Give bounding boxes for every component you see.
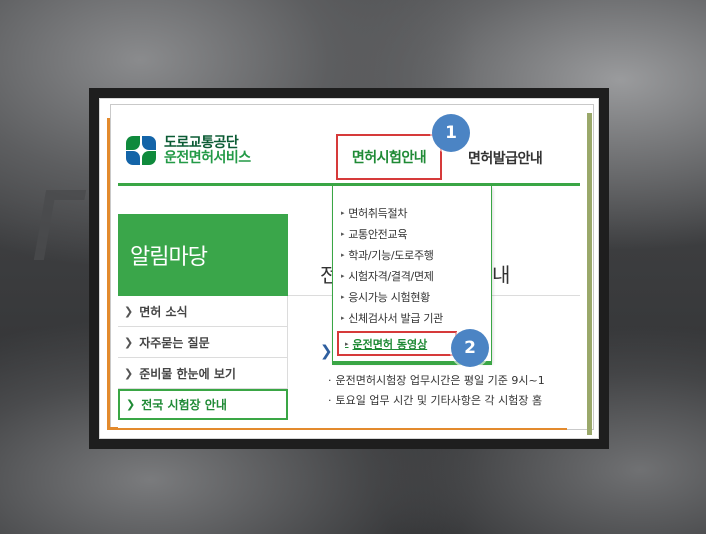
info-line-saturday: · 토요일 업무 시간 및 기타사항은 각 시험장 홈 xyxy=(328,394,543,407)
section-arrow-icon: ❯ xyxy=(320,342,333,360)
info-line-hours: · 운전면허시험장 업무시간은 평일 기준 9시~1 xyxy=(328,374,545,387)
menu-item-medical-cert[interactable]: ▸ 신체검사서 발급 기관 xyxy=(333,307,491,328)
menu-item-test-availability[interactable]: ▸ 응시가능 시험현황 xyxy=(333,286,491,307)
logo-line1: 도로교통공단 xyxy=(164,135,239,152)
step-badge-2: 2 xyxy=(451,329,489,367)
website-view: 도로교통공단 운전면허서비스 면허시험안내 면허발급안내 알림마당 ❯ 면허 소… xyxy=(118,110,580,428)
key-glyph xyxy=(33,190,87,260)
menu-item-test-types[interactable]: ▸ 학과/기능/도로주행 xyxy=(333,244,491,265)
sidebar-item-news[interactable]: ❯ 면허 소식 xyxy=(118,296,288,327)
nav-issue-info[interactable]: 면허발급안내 xyxy=(468,148,543,168)
chevron-right-icon: ❯ xyxy=(124,304,134,318)
step-badge-1: 1 xyxy=(432,114,470,152)
menu-item-safety-education[interactable]: ▸ 교통안전교육 xyxy=(333,223,491,244)
sidebar-item-faq[interactable]: ❯ 자주묻는 질문 xyxy=(118,327,288,358)
sidebar-item-label: 전국 시험장 안내 xyxy=(141,398,227,412)
site-header: 도로교통공단 운전면허서비스 면허시험안내 면허발급안내 xyxy=(118,110,580,186)
accent-stripe-right xyxy=(587,113,592,435)
site-logo[interactable]: 도로교통공단 운전면허서비스 xyxy=(126,136,251,166)
sidebar-menu: ❯ 면허 소식 ❯ 자주묻는 질문 ❯ 준비물 한눈에 보기 ❯ 전국 시험장 … xyxy=(118,296,288,420)
sidebar-item-test-centers[interactable]: ❯ 전국 시험장 안내 xyxy=(118,389,288,420)
chevron-right-icon: ❯ xyxy=(124,335,134,349)
clover-logo-icon xyxy=(126,136,160,166)
logo-line2: 운전면허서비스 xyxy=(164,150,251,166)
accent-line-vertical xyxy=(107,118,110,430)
menu-item-eligibility[interactable]: ▸ 시험자격/결격/면제 xyxy=(333,265,491,286)
menu-item-license-process[interactable]: ▸ 면허취득절차 xyxy=(333,202,491,223)
sidebar-title: 알림마당 xyxy=(118,214,288,296)
sidebar-item-label: 자주묻는 질문 xyxy=(139,335,210,350)
page-title-end: 내 xyxy=(492,263,511,287)
sidebar-item-label: 면허 소식 xyxy=(139,304,188,319)
menu-item-license-video[interactable]: ▸ 운전면허 동영상 xyxy=(337,331,457,356)
sidebar-item-checklist[interactable]: ❯ 준비물 한눈에 보기 xyxy=(118,358,288,389)
sidebar-item-label: 준비물 한눈에 보기 xyxy=(139,366,236,381)
chevron-right-icon: ❯ xyxy=(124,366,134,380)
nav-exam-info[interactable]: 면허시험안내 xyxy=(336,134,442,180)
chevron-right-icon: ❯ xyxy=(126,398,136,411)
